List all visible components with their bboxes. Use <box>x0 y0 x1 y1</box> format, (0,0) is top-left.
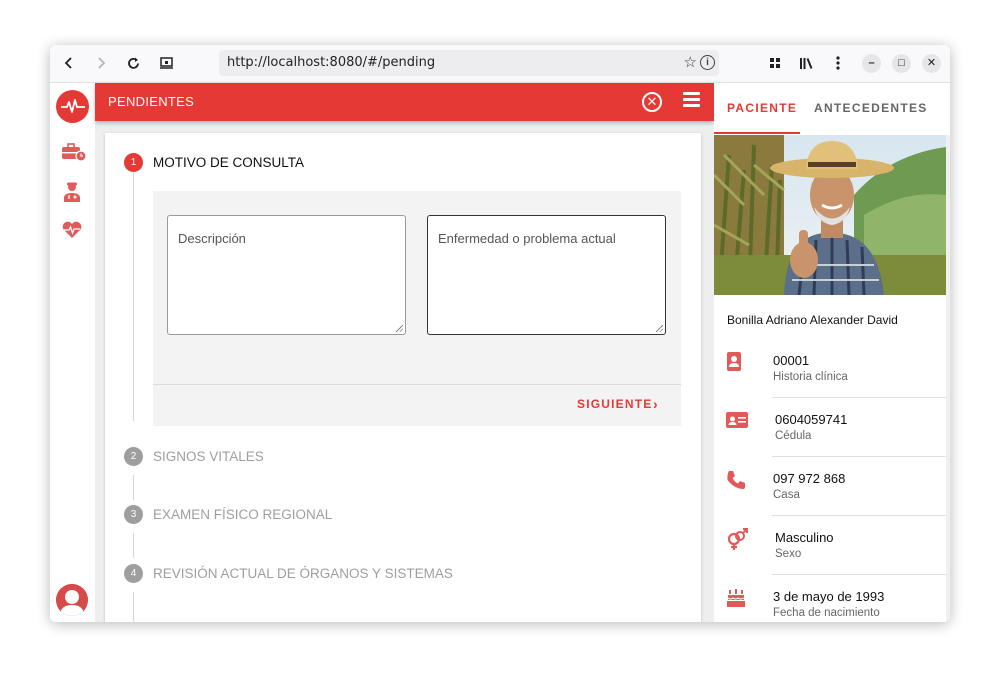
chevron-right-icon[interactable]: › <box>653 396 658 412</box>
step-label[interactable]: MOTIVO DE CONSULTA <box>153 155 304 170</box>
contact-card-icon <box>725 351 749 373</box>
url-text[interactable]: http://localhost:8080/#/pending <box>227 55 435 70</box>
step-label[interactable]: SIGNOS VITALES <box>153 449 264 464</box>
reload-icon[interactable] <box>122 52 144 74</box>
patient-photo <box>714 135 946 295</box>
tab-antecedentes[interactable]: ANTECEDENTES <box>814 101 928 115</box>
step-connector <box>133 533 134 558</box>
info-row-sex: Masculino Sexo <box>714 524 950 583</box>
info-icon[interactable]: i <box>700 55 715 70</box>
info-row-history: 00001 Historia clínica <box>714 347 950 406</box>
step-number[interactable]: 3 <box>124 505 143 524</box>
info-value: 0604059741 <box>775 412 848 427</box>
forward-icon[interactable] <box>90 52 112 74</box>
user-avatar[interactable] <box>56 584 88 616</box>
close-window-icon[interactable]: ✕ <box>922 54 941 73</box>
main-content: PENDIENTES ✕ 1 MOTIVO DE CONSULTA Descri… <box>95 83 714 622</box>
info-label: Casa <box>773 489 800 501</box>
hamburger-menu-icon[interactable] <box>683 92 700 108</box>
phone-icon <box>725 469 749 491</box>
medical-kit-icon[interactable] <box>61 142 87 164</box>
next-button[interactable]: SIGUIENTE <box>577 397 652 411</box>
step-connector <box>133 173 134 421</box>
back-icon[interactable] <box>58 52 80 74</box>
info-label: Historia clínica <box>773 371 848 383</box>
resize-handle-icon[interactable] <box>656 325 663 332</box>
patient-name: Bonilla Adriano Alexander David <box>727 313 898 327</box>
illness-textarea[interactable]: Enfermedad o problema actual <box>427 215 666 335</box>
step-number[interactable]: 2 <box>124 447 143 466</box>
star-icon[interactable]: ☆ <box>684 53 697 71</box>
info-label: Sexo <box>775 548 802 560</box>
info-value: 00001 <box>773 353 810 368</box>
browser-window: http://localhost:8080/#/pending ☆ i – □ … <box>50 45 950 622</box>
page-title: PENDIENTES <box>108 94 195 109</box>
scrollbar[interactable] <box>946 135 950 622</box>
minimize-icon[interactable]: – <box>862 54 881 73</box>
description-textarea[interactable]: Descripción <box>167 215 406 335</box>
maximize-icon[interactable]: □ <box>892 54 911 73</box>
tab-paciente[interactable]: PACIENTE <box>727 101 797 115</box>
divider <box>772 397 948 398</box>
info-label: Cédula <box>775 430 812 442</box>
resize-handle-icon[interactable] <box>396 325 403 332</box>
more-menu-icon[interactable] <box>827 52 849 74</box>
info-row-id: 0604059741 Cédula <box>714 406 950 465</box>
step-connector <box>133 475 134 500</box>
divider <box>772 574 948 575</box>
info-row-phone: 097 972 868 Casa <box>714 465 950 524</box>
step-label[interactable]: REVISIÓN ACTUAL DE ÓRGANOS Y SISTEMAS <box>153 566 453 581</box>
info-label: Fecha de nacimiento <box>773 607 880 619</box>
description-placeholder: Descripción <box>178 231 246 246</box>
patient-panel: PACIENTE ANTECEDENTES Bonilla Adriano Al… <box>714 83 950 622</box>
stepper-card: 1 MOTIVO DE CONSULTA Descripción Enferme… <box>105 133 701 622</box>
extensions-grid-icon[interactable] <box>764 52 786 74</box>
step-number[interactable]: 4 <box>124 564 143 583</box>
info-value: 3 de mayo de 1993 <box>773 589 885 604</box>
illness-placeholder: Enfermedad o problema actual <box>438 231 616 246</box>
address-bar[interactable]: http://localhost:8080/#/pending ☆ i <box>219 50 719 76</box>
step-connector <box>133 592 134 622</box>
birthday-cake-icon <box>725 587 749 609</box>
side-rail <box>50 83 96 622</box>
divider <box>772 515 948 516</box>
doctor-icon[interactable] <box>61 181 85 203</box>
heart-pulse-icon[interactable] <box>61 220 85 242</box>
id-card-icon <box>725 410 749 432</box>
app-header: PENDIENTES ✕ <box>95 83 714 121</box>
info-row-birthdate: 3 de mayo de 1993 Fecha de nacimiento <box>714 583 950 622</box>
tab-indicator <box>714 132 800 134</box>
divider <box>153 384 681 385</box>
gender-icon <box>725 528 749 550</box>
step-label[interactable]: EXAMEN FÍSICO REGIONAL <box>153 507 332 522</box>
browser-toolbar: http://localhost:8080/#/pending ☆ i – □ … <box>50 45 950 83</box>
library-icon[interactable] <box>795 52 817 74</box>
info-value: 097 972 868 <box>773 471 846 486</box>
step-number[interactable]: 1 <box>124 153 143 172</box>
divider <box>772 456 948 457</box>
app-logo[interactable] <box>56 90 89 123</box>
step-form-panel: Descripción Enfermedad o problema actual… <box>153 191 681 426</box>
screen-icon[interactable] <box>155 52 177 74</box>
info-value: Masculino <box>775 530 834 545</box>
cancel-circle-icon[interactable]: ✕ <box>642 92 662 112</box>
